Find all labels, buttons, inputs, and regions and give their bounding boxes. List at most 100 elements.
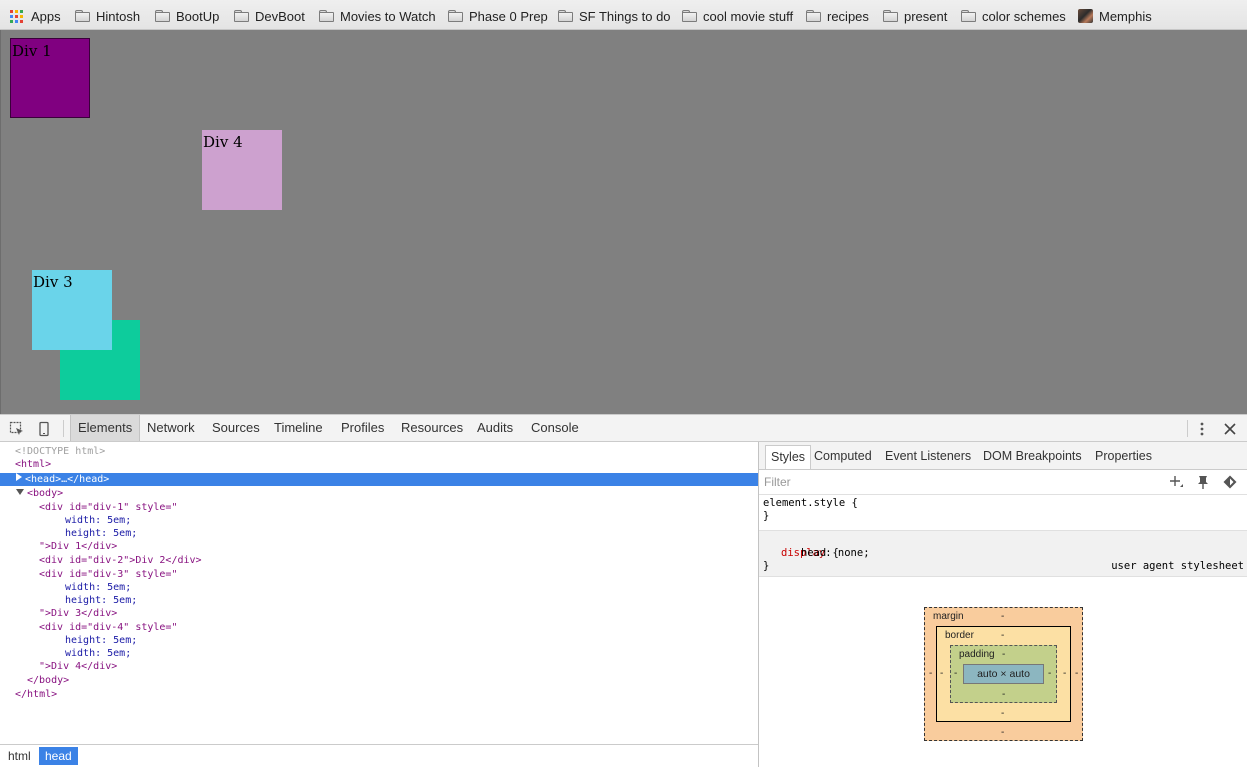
- dom-div4-width[interactable]: width: 5em;: [0, 647, 823, 660]
- style-text: height: 5em;: [65, 595, 138, 606]
- div-4-label: Div 4: [203, 133, 243, 151]
- color-format-icon[interactable]: [1222, 474, 1238, 490]
- bookmark-memphis[interactable]: Memphis: [1078, 7, 1152, 25]
- more-options-icon[interactable]: [1194, 421, 1210, 437]
- dom-div4-height[interactable]: height: 5em;: [0, 634, 823, 647]
- dom-doctype[interactable]: <!DOCTYPE html>: [0, 445, 773, 458]
- div-3-box[interactable]: Div 3: [32, 270, 112, 350]
- body-close-text: </body>: [27, 675, 70, 686]
- border-right-value: -: [1063, 668, 1067, 679]
- div-1-box[interactable]: Div 1: [10, 38, 90, 118]
- tab-resources[interactable]: Resources: [394, 415, 470, 441]
- breadcrumb: html head: [0, 744, 758, 767]
- bookmark-sf-things-to-do[interactable]: SF Things to do: [558, 7, 671, 25]
- box-model-content[interactable]: auto × auto: [963, 664, 1044, 684]
- tab-sources[interactable]: Sources: [205, 415, 267, 441]
- dom-body-close[interactable]: </body>: [0, 674, 785, 687]
- collapse-triangle-icon[interactable]: [16, 489, 24, 495]
- element-style-rule[interactable]: element.style { }: [759, 497, 1247, 529]
- folder-icon: [883, 10, 898, 22]
- dom-body-open[interactable]: <body>: [0, 487, 774, 500]
- dom-div1-open[interactable]: <div id="div-1" style=": [0, 501, 797, 514]
- tab-audits[interactable]: Audits: [470, 415, 520, 441]
- add-rule-icon[interactable]: [1168, 474, 1184, 490]
- tab-event-listeners[interactable]: Event Listeners: [880, 445, 976, 468]
- folder-icon: [155, 10, 170, 22]
- bookmark-present[interactable]: present: [883, 7, 947, 25]
- apps-grid-icon: [10, 9, 23, 23]
- dom-head-node[interactable]: <head>…</head>: [0, 473, 774, 486]
- bookmark-label: BootUp: [176, 8, 220, 24]
- bookmark-cool-movie-stuff[interactable]: cool movie stuff: [682, 7, 793, 25]
- device-mode-icon[interactable]: [36, 421, 52, 437]
- div-4-box[interactable]: Div 4: [202, 130, 282, 210]
- dom-html-close[interactable]: </html>: [0, 688, 773, 701]
- expand-triangle-icon[interactable]: [16, 473, 22, 481]
- border-label: border: [945, 630, 974, 641]
- div1-open-text: <div id="div-1" style=": [39, 502, 178, 513]
- bookmark-phase-0-prep[interactable]: Phase 0 Prep: [448, 7, 548, 25]
- dom-div1-close[interactable]: ">Div 1</div>: [0, 540, 797, 553]
- dom-div3-open[interactable]: <div id="div-3" style=": [0, 568, 797, 581]
- tab-computed[interactable]: Computed: [809, 445, 877, 468]
- head-ua-rule[interactable]: head { user agent stylesheet display: no…: [759, 530, 1247, 577]
- bookmark-label: recipes: [827, 8, 869, 24]
- bookmark-label: present: [904, 8, 948, 24]
- bookmark-devboot[interactable]: DevBoot: [234, 7, 305, 25]
- bookmark-recipes[interactable]: recipes: [806, 7, 869, 25]
- folder-icon: [806, 10, 821, 22]
- style-text: width: 5em;: [65, 515, 132, 526]
- tab-profiles[interactable]: Profiles: [334, 415, 391, 441]
- bookmark-label: SF Things to do: [579, 8, 671, 24]
- tab-dom-breakpoints[interactable]: DOM Breakpoints: [978, 445, 1087, 468]
- breadcrumb-html[interactable]: html: [2, 747, 37, 765]
- margin-right-value: -: [1075, 668, 1079, 679]
- folder-icon: [75, 10, 90, 22]
- bookmark-movies-to-watch[interactable]: Movies to Watch: [319, 7, 436, 25]
- dom-div3-close[interactable]: ">Div 3</div>: [0, 607, 797, 620]
- folder-icon: [961, 10, 976, 22]
- tab-network[interactable]: Network: [140, 415, 202, 441]
- apps-shortcut[interactable]: Apps: [10, 7, 61, 25]
- dom-div3-height[interactable]: height: 5em;: [0, 594, 823, 607]
- style-text: height: 5em;: [65, 635, 138, 646]
- div4-open-text: <div id="div-4" style=": [39, 622, 178, 633]
- bookmark-bootup[interactable]: BootUp: [155, 7, 219, 25]
- dom-div4-close[interactable]: ">Div 4</div>: [0, 660, 797, 673]
- div2-text: <div id="div-2">Div 2</div>: [39, 555, 202, 566]
- folder-icon: [682, 10, 697, 22]
- bookmark-hintosh[interactable]: Hintosh: [75, 7, 140, 25]
- page-viewport: Div 1 Div 4 Div 3: [0, 30, 1247, 414]
- dom-html-open[interactable]: <html>: [0, 458, 773, 471]
- breadcrumb-head[interactable]: head: [39, 747, 78, 765]
- margin-top-value: -: [1001, 611, 1005, 622]
- inspect-element-icon[interactable]: [9, 421, 25, 437]
- filter-input[interactable]: [764, 474, 1064, 490]
- border-top-value: -: [1001, 630, 1005, 641]
- bookmark-label: Memphis: [1099, 8, 1152, 24]
- bookmark-label: cool movie stuff: [703, 8, 794, 24]
- dom-div1-height[interactable]: height: 5em;: [0, 527, 823, 540]
- div-3-label: Div 3: [33, 273, 73, 291]
- close-icon[interactable]: [1222, 421, 1238, 437]
- padding-top-value: -: [1002, 649, 1006, 660]
- bookmark-label: Phase 0 Prep: [469, 8, 548, 24]
- html-open-text: <html>: [15, 459, 52, 470]
- tab-elements[interactable]: Elements: [70, 415, 141, 441]
- dom-div4-open[interactable]: <div id="div-4" style=": [0, 621, 797, 634]
- tab-properties[interactable]: Properties: [1090, 445, 1157, 468]
- bookmark-label: Hintosh: [96, 8, 141, 24]
- element-style-selector: element.style {: [763, 497, 858, 509]
- site-thumbnail-icon: [1078, 9, 1093, 23]
- folder-icon: [234, 10, 249, 22]
- bookmark-color-schemes[interactable]: color schemes: [961, 7, 1066, 25]
- dom-div1-width[interactable]: width: 5em;: [0, 514, 823, 527]
- tab-styles[interactable]: Styles: [765, 445, 812, 469]
- tab-timeline[interactable]: Timeline: [267, 415, 330, 441]
- padding-right-value: -: [1048, 668, 1052, 679]
- bookmarks-bar: Apps Hintosh BootUp DevBoot Movies to Wa…: [0, 0, 1247, 30]
- dom-div3-width[interactable]: width: 5em;: [0, 581, 823, 594]
- dom-div2[interactable]: <div id="div-2">Div 2</div>: [0, 554, 797, 567]
- tab-console[interactable]: Console: [524, 415, 586, 441]
- pin-icon[interactable]: [1195, 474, 1211, 490]
